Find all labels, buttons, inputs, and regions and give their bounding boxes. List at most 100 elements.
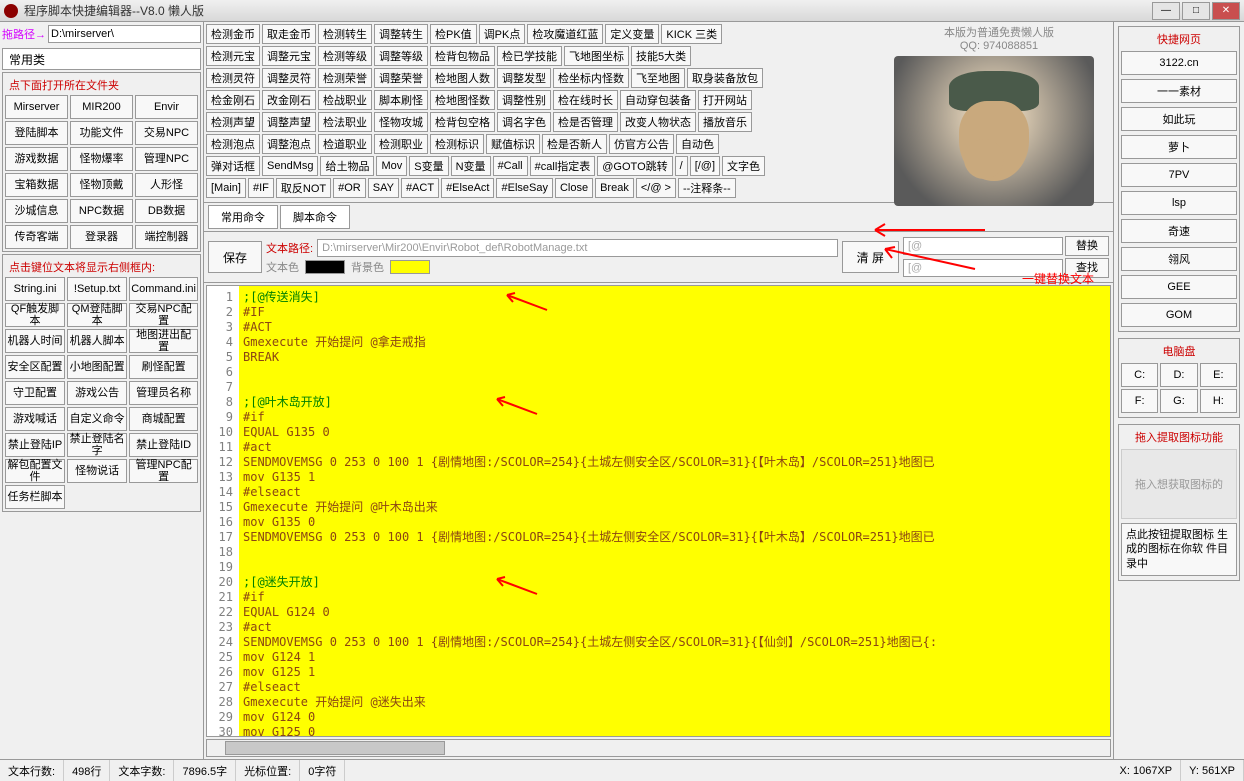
save-button[interactable]: 保存 (208, 241, 262, 273)
folder-btn[interactable]: 传奇客端 (5, 225, 68, 249)
cmd-btn[interactable]: 检战职业 (318, 90, 372, 110)
keyfile-btn[interactable]: 管理NPC配置 (129, 459, 198, 483)
file-path-input[interactable] (317, 239, 838, 257)
folder-btn[interactable]: 端控制器 (135, 225, 198, 249)
cmd-btn[interactable]: 检测转生 (318, 24, 372, 44)
cmd-btn[interactable]: 检背包空格 (430, 112, 495, 132)
cmd-btn[interactable]: 调整泡点 (262, 134, 316, 154)
web-link-btn[interactable]: 翎风 (1121, 247, 1237, 271)
cmd-btn[interactable]: 检PK值 (430, 24, 477, 44)
folder-btn[interactable]: NPC数据 (70, 199, 133, 223)
cmd-btn[interactable]: 调整声望 (262, 112, 316, 132)
cmd-btn[interactable]: 飞至地图 (631, 68, 685, 88)
folder-btn[interactable]: 人形怪 (135, 173, 198, 197)
close-button[interactable]: ✕ (1212, 2, 1240, 20)
cmd-btn[interactable]: 检是否管理 (553, 112, 618, 132)
cmd-btn[interactable]: 改金刚石 (262, 90, 316, 110)
folder-btn[interactable]: 怪物爆率 (70, 147, 133, 171)
cmd-btn[interactable]: [Main] (206, 178, 246, 198)
cmd-btn[interactable]: 检法职业 (318, 112, 372, 132)
cmd-btn[interactable]: 弹对话框 (206, 156, 260, 176)
cmd-btn[interactable]: 飞地图坐标 (564, 46, 629, 66)
folder-btn[interactable]: 沙城信息 (5, 199, 68, 223)
cmd-btn[interactable]: 调整灵符 (262, 68, 316, 88)
cmd-btn[interactable]: #Call (493, 156, 528, 176)
cmd-btn[interactable]: / (675, 156, 688, 176)
cmd-btn[interactable]: 检测泡点 (206, 134, 260, 154)
folder-btn[interactable]: 登录器 (70, 225, 133, 249)
cmd-btn[interactable]: 赋值标识 (486, 134, 540, 154)
cmd-btn[interactable]: Close (555, 178, 593, 198)
cmd-btn[interactable]: KICK 三类 (661, 24, 722, 44)
cmd-btn[interactable]: N变量 (451, 156, 491, 176)
keyfile-btn[interactable]: 解包配置文件 (5, 459, 65, 483)
icon-drop-area[interactable]: 拖入想获取图标的 (1121, 449, 1237, 519)
cmd-btn[interactable]: 调整转生 (374, 24, 428, 44)
cmd-btn[interactable]: 检是否新人 (542, 134, 607, 154)
keyfile-btn[interactable]: 游戏公告 (67, 381, 127, 405)
keyfile-btn[interactable]: 机器人时间 (5, 329, 65, 353)
bg-color-swatch[interactable] (390, 260, 430, 274)
folder-btn[interactable]: 宝箱数据 (5, 173, 68, 197)
cmd-btn[interactable]: SendMsg (262, 156, 318, 176)
folder-btn[interactable]: Envir (135, 95, 198, 119)
cmd-btn[interactable]: 文字色 (722, 156, 765, 176)
cmd-btn[interactable]: 检道职业 (318, 134, 372, 154)
minimize-button[interactable]: — (1152, 2, 1180, 20)
keyfile-btn[interactable]: 小地图配置 (67, 355, 127, 379)
cmd-btn[interactable]: 技能5大类 (631, 46, 691, 66)
cmd-btn[interactable]: #ACT (401, 178, 439, 198)
folder-btn[interactable]: 登陆脚本 (5, 121, 68, 145)
cmd-btn[interactable]: 检地图怪数 (430, 90, 495, 110)
keyfile-btn[interactable]: 禁止登陆ID (129, 433, 198, 457)
cmd-btn[interactable]: 检测声望 (206, 112, 260, 132)
cmd-btn[interactable]: 取身装备放包 (687, 68, 763, 88)
cmd-btn[interactable]: 检攻魔道红蓝 (527, 24, 603, 44)
cmd-btn[interactable]: 调整荣誉 (374, 68, 428, 88)
maximize-button[interactable]: □ (1182, 2, 1210, 20)
cmd-btn[interactable]: #call指定表 (530, 156, 596, 176)
web-link-btn[interactable]: 3122.cn (1121, 51, 1237, 75)
folder-btn[interactable]: DB数据 (135, 199, 198, 223)
drive-btn[interactable]: H: (1200, 389, 1237, 413)
cmd-btn[interactable]: 检测职业 (374, 134, 428, 154)
cmd-btn[interactable]: 检已学技能 (497, 46, 562, 66)
web-link-btn[interactable]: 7PV (1121, 163, 1237, 187)
web-link-btn[interactable]: GOM (1121, 303, 1237, 327)
keyfile-btn[interactable]: !Setup.txt (67, 277, 127, 301)
cmd-btn[interactable]: @GOTO跳转 (597, 156, 672, 176)
cmd-btn[interactable]: --注释条-- (678, 178, 736, 198)
keyfile-btn[interactable]: String.ini (5, 277, 65, 301)
cmd-btn[interactable]: 脚本刷怪 (374, 90, 428, 110)
cmd-btn[interactable]: 检坐标内怪数 (553, 68, 629, 88)
cmd-btn[interactable]: #ElseSay (496, 178, 552, 198)
drive-btn[interactable]: E: (1200, 363, 1237, 387)
cmd-btn[interactable]: 播放音乐 (698, 112, 752, 132)
keyfile-btn[interactable]: 管理员名称 (129, 381, 198, 405)
tab-common-cmd[interactable]: 常用命令 (208, 205, 278, 229)
folder-btn[interactable]: Mirserver (5, 95, 68, 119)
cmd-btn[interactable]: 检测荣誉 (318, 68, 372, 88)
web-link-btn[interactable]: 如此玩 (1121, 107, 1237, 131)
folder-btn[interactable]: MIR200 (70, 95, 133, 119)
drive-btn[interactable]: C: (1121, 363, 1158, 387)
cmd-btn[interactable]: 取走金币 (262, 24, 316, 44)
cmd-btn[interactable]: 检测元宝 (206, 46, 260, 66)
cmd-btn[interactable]: 取反NOT (276, 178, 331, 198)
cmd-btn[interactable]: 调整等级 (374, 46, 428, 66)
code-content[interactable]: ;[@传送消失]#IF#ACTGmexecute 开始提问 @拿走戒指BREAK… (239, 286, 1110, 736)
cmd-btn[interactable]: 检测金币 (206, 24, 260, 44)
cmd-btn[interactable]: 怪物攻城 (374, 112, 428, 132)
drive-btn[interactable]: F: (1121, 389, 1158, 413)
text-color-swatch[interactable] (305, 260, 345, 274)
clear-button[interactable]: 清 屏 (842, 241, 899, 273)
keyfile-btn[interactable]: 商城配置 (129, 407, 198, 431)
left-tab[interactable]: 常用类 (2, 48, 201, 70)
cmd-btn[interactable]: 检测灵符 (206, 68, 260, 88)
keyfile-btn[interactable]: 机器人脚本 (67, 329, 127, 353)
web-link-btn[interactable]: 萝卜 (1121, 135, 1237, 159)
cmd-btn[interactable]: #OR (333, 178, 366, 198)
cmd-btn[interactable]: Mov (376, 156, 407, 176)
replace-input[interactable] (903, 237, 1063, 255)
web-link-btn[interactable]: lsp (1121, 191, 1237, 215)
